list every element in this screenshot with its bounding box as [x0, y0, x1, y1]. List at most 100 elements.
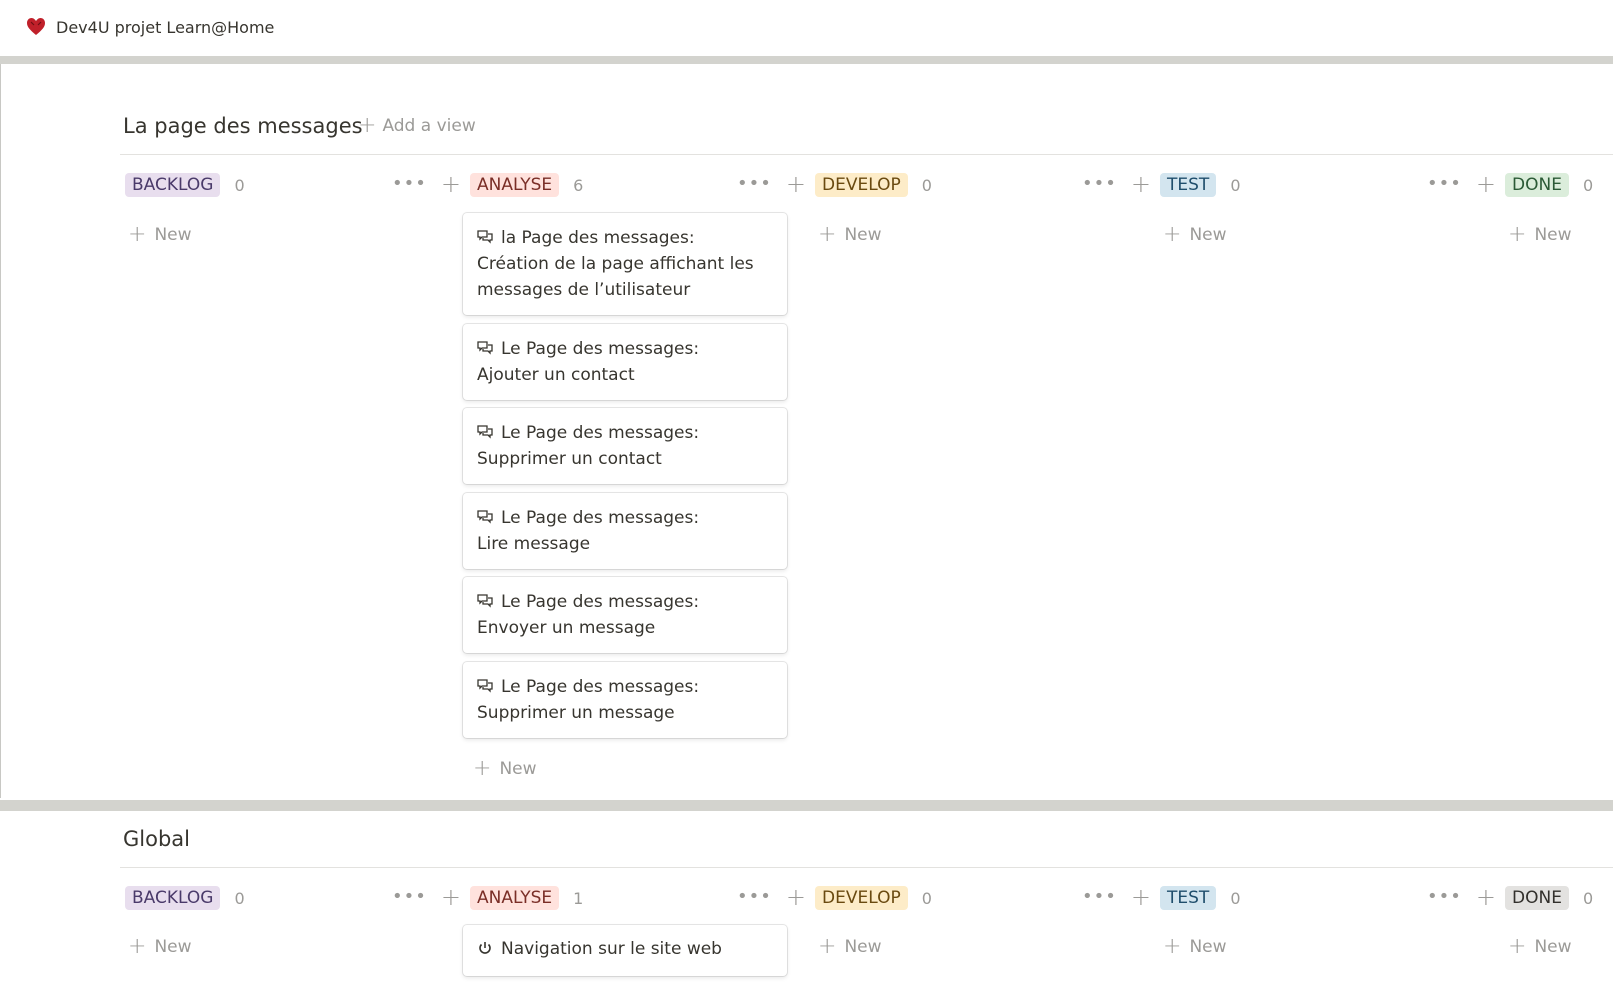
new-label: New — [499, 759, 537, 779]
add-view-button[interactable]: + Add a view — [358, 115, 476, 137]
add-card-plus-icon[interactable]: + — [441, 172, 461, 196]
column-count: 1 — [573, 888, 584, 908]
more-options-icon[interactable]: ••• — [1082, 888, 1117, 906]
add-card-plus-icon[interactable]: + — [1476, 885, 1496, 909]
status-tag-test[interactable]: TEST — [1160, 886, 1217, 910]
column-header-test: TEST 0 — [1160, 172, 1241, 198]
card-title: Navigation sur le site web — [477, 936, 773, 962]
new-card-button-develop[interactable]: + New — [818, 224, 882, 246]
left-border — [0, 64, 1, 798]
column-header-develop: DEVELOP 0 — [815, 172, 932, 198]
column-header-done: DONE 0 — [1505, 885, 1593, 911]
column-actions: ••• + — [1082, 172, 1151, 196]
section-rule — [120, 867, 1613, 868]
red-heart-icon — [27, 18, 45, 35]
task-card[interactable]: Le Page des messages: Lire message — [463, 493, 787, 569]
section-rule — [120, 154, 1613, 155]
power-icon — [479, 942, 491, 954]
add-card-plus-icon[interactable]: + — [441, 885, 461, 909]
plus-icon: + — [1163, 222, 1182, 247]
status-tag-backlog[interactable]: BACKLOG — [125, 886, 221, 910]
more-options-icon[interactable]: ••• — [1082, 175, 1117, 193]
top-bar: Dev4U projet Learn@Home — [0, 0, 1613, 57]
add-card-plus-icon[interactable]: + — [1131, 172, 1151, 196]
card-title: Le Page des messages: Ajouter un contact — [477, 339, 700, 385]
more-options-icon[interactable]: ••• — [1427, 888, 1462, 906]
column-count: 0 — [1230, 888, 1241, 908]
card-title: Le Page des messages: Lire message — [477, 508, 700, 554]
new-card-button-done[interactable]: + New — [1508, 936, 1572, 958]
task-card[interactable]: la Page des messages: Création de la pag… — [463, 213, 787, 315]
task-card[interactable]: Le Page des messages: Envoyer un message — [463, 577, 787, 653]
status-tag-develop[interactable]: DEVELOP — [815, 173, 908, 197]
column-count: 0 — [234, 175, 245, 195]
column-header-analyse: ANALYSE 1 — [470, 885, 583, 911]
new-label: New — [844, 225, 882, 245]
column-header-test: TEST 0 — [1160, 885, 1241, 911]
task-card[interactable]: Le Page des messages: Supprimer un messa… — [463, 662, 787, 738]
plus-icon: + — [473, 756, 492, 781]
add-card-plus-icon[interactable]: + — [1131, 885, 1151, 909]
more-options-icon[interactable]: ••• — [392, 175, 427, 193]
column-actions: ••• + — [392, 172, 461, 196]
section-title-messages[interactable]: La page des messages — [123, 114, 363, 138]
column-header-develop: DEVELOP 0 — [815, 885, 932, 911]
status-tag-backlog[interactable]: BACKLOG — [125, 173, 221, 197]
column-count: 6 — [573, 175, 584, 195]
new-label: New — [1534, 937, 1572, 957]
status-tag-analyse[interactable]: ANALYSE — [470, 886, 560, 910]
chat-bubbles-icon — [477, 510, 493, 524]
column-count: 0 — [1582, 175, 1594, 195]
section-title-global[interactable]: Global — [123, 827, 190, 851]
chat-bubbles-icon — [477, 594, 493, 608]
new-card-button-test[interactable]: + New — [1163, 936, 1227, 958]
new-label: New — [1189, 225, 1227, 245]
status-tag-analyse[interactable]: ANALYSE — [470, 173, 560, 197]
chat-bubbles-icon — [477, 425, 493, 439]
new-card-button-develop[interactable]: + New — [818, 936, 882, 958]
new-card-button-backlog[interactable]: + New — [128, 224, 192, 246]
status-tag-develop[interactable]: DEVELOP — [815, 886, 908, 910]
status-tag-test[interactable]: TEST — [1160, 173, 1217, 197]
workspace-title[interactable]: Dev4U projet Learn@Home — [56, 18, 274, 37]
chat-bubbles-icon — [477, 230, 493, 244]
chat-bubbles-icon — [477, 679, 493, 693]
plus-icon: + — [358, 113, 377, 138]
more-options-icon[interactable]: ••• — [392, 888, 427, 906]
column-count: 0 — [234, 888, 245, 908]
header-divider — [0, 56, 1613, 64]
column-actions: ••• + — [1082, 885, 1151, 909]
new-label: New — [1534, 225, 1572, 245]
new-card-button-test[interactable]: + New — [1163, 224, 1227, 246]
add-card-plus-icon[interactable]: + — [786, 172, 806, 196]
add-card-plus-icon[interactable]: + — [1476, 172, 1496, 196]
column-actions: ••• + — [1427, 885, 1496, 909]
add-card-plus-icon[interactable]: + — [786, 885, 806, 909]
add-view-label: Add a view — [382, 116, 476, 136]
new-card-button-done[interactable]: + New — [1508, 224, 1572, 246]
new-label: New — [844, 937, 882, 957]
new-card-button-backlog[interactable]: + New — [128, 936, 192, 958]
column-actions: ••• + — [737, 885, 806, 909]
plus-icon: + — [1508, 934, 1527, 959]
status-tag-done[interactable]: DONE — [1505, 173, 1569, 197]
new-label: New — [154, 937, 192, 957]
card-title: Le Page des messages: Supprimer un conta… — [477, 423, 700, 469]
new-label: New — [154, 225, 192, 245]
more-options-icon[interactable]: ••• — [737, 888, 772, 906]
task-card[interactable]: Navigation sur le site web — [463, 925, 787, 976]
more-options-icon[interactable]: ••• — [737, 175, 772, 193]
more-options-icon[interactable]: ••• — [1427, 175, 1462, 193]
column-actions: ••• + — [392, 885, 461, 909]
column-header-backlog: BACKLOG 0 — [125, 172, 245, 198]
column-header-backlog: BACKLOG 0 — [125, 885, 245, 911]
status-tag-done[interactable]: DONE — [1505, 886, 1569, 910]
task-card[interactable]: Le Page des messages: Supprimer un conta… — [463, 408, 787, 484]
task-card[interactable]: Le Page des messages: Ajouter un contact — [463, 324, 787, 400]
new-label: New — [1189, 937, 1227, 957]
column-header-analyse: ANALYSE 6 — [470, 172, 583, 198]
plus-icon: + — [128, 934, 147, 959]
new-card-button-analyse[interactable]: + New — [473, 758, 537, 780]
column-actions: ••• + — [737, 172, 806, 196]
plus-icon: + — [128, 222, 147, 247]
